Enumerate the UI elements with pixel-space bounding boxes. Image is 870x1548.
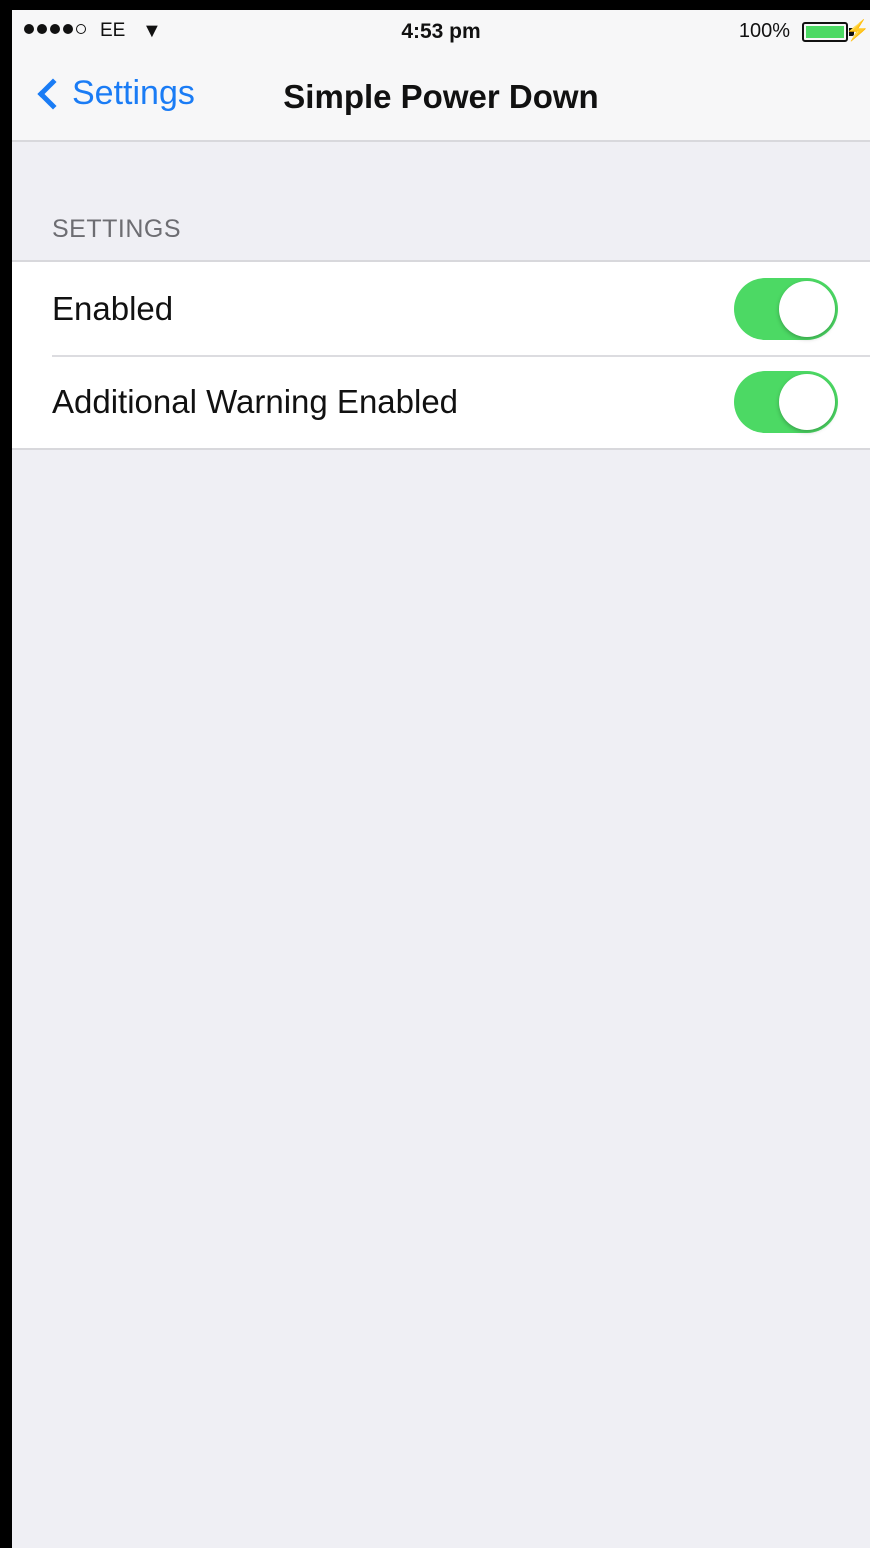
settings-group: Enabled Additional Warning Enabled <box>12 260 870 450</box>
toggle-knob <box>779 373 835 430</box>
charging-bolt-icon: ⚡ <box>845 20 870 42</box>
setting-row-enabled: Enabled <box>12 262 870 355</box>
setting-label-enabled: Enabled <box>52 289 174 327</box>
navigation-bar: Settings Simple Power Down <box>12 54 870 142</box>
enabled-toggle[interactable] <box>734 277 838 340</box>
status-bar: EE ▼ 4:53 pm 100% ⚡ <box>12 10 870 54</box>
toggle-knob <box>779 280 835 337</box>
setting-label-additional-warning: Additional Warning Enabled <box>52 382 459 420</box>
battery-icon <box>802 22 848 42</box>
section-header: SETTINGS <box>52 215 182 243</box>
page-title: Simple Power Down <box>283 78 599 115</box>
battery-percent: 100% <box>738 20 790 42</box>
setting-row-additional-warning: Additional Warning Enabled <box>12 355 870 448</box>
additional-warning-toggle[interactable] <box>734 370 838 433</box>
screen: EE ▼ 4:53 pm 100% ⚡ Settings Simple Powe… <box>12 10 870 1548</box>
top-bar: EE ▼ 4:53 pm 100% ⚡ Settings Simple Powe… <box>12 10 870 142</box>
